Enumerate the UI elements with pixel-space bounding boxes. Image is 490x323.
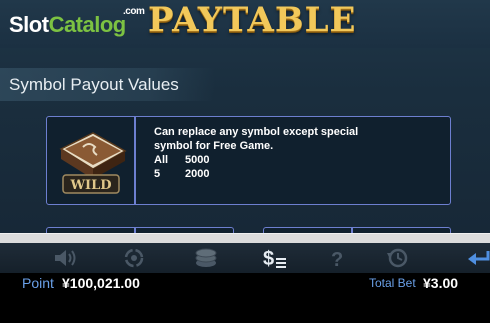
scroll-bar[interactable] xyxy=(0,233,490,243)
payout-row: All 5000 xyxy=(154,153,358,167)
wild-description: Can replace any symbol except special sy… xyxy=(154,125,358,181)
description-line-2: symbol for Free Game. xyxy=(154,140,274,152)
slotcatalog-logo: SlotCatalog .com xyxy=(9,6,145,38)
chips-icon[interactable] xyxy=(193,247,219,269)
point-label: Point xyxy=(22,275,54,291)
card-divider xyxy=(134,117,136,204)
autoplay-icon[interactable] xyxy=(121,247,147,269)
payout-value: 2000 xyxy=(185,168,210,180)
payout-row: 5 2000 xyxy=(154,167,358,181)
logo-catalog-text: Catalog xyxy=(48,12,127,37)
wild-book-icon: WILD xyxy=(59,132,127,194)
total-bet-value: ¥3.00 xyxy=(423,275,459,291)
logo-dotcom-text: .com xyxy=(123,6,145,17)
page-title: PAYTABLE xyxy=(148,0,357,40)
history-icon[interactable] xyxy=(385,247,411,269)
back-icon[interactable] xyxy=(466,247,490,269)
total-bet-label: Total Bet xyxy=(369,276,416,290)
section-title: Symbol Payout Values xyxy=(9,75,179,94)
paytable-icon[interactable]: $ xyxy=(262,247,288,269)
point-value: ¥100,021.00 xyxy=(62,275,140,291)
logo-slot-text: Slot xyxy=(9,12,49,37)
paytable-screen: SlotCatalog .com PAYTABLE Symbol Payout … xyxy=(0,0,490,233)
payout-value: 5000 xyxy=(185,154,210,166)
wild-symbol-label: WILD xyxy=(69,178,111,193)
wild-payout-card: WILD Can replace any symbol except speci… xyxy=(46,116,451,205)
sound-icon[interactable] xyxy=(52,247,78,269)
help-icon[interactable]: ? xyxy=(325,247,351,269)
svg-text:$: $ xyxy=(263,248,274,269)
payout-count: 5 xyxy=(154,168,161,180)
payout-count: All xyxy=(154,154,169,166)
svg-text:?: ? xyxy=(331,249,343,269)
description-line-1: Can replace any symbol except special xyxy=(154,126,359,138)
